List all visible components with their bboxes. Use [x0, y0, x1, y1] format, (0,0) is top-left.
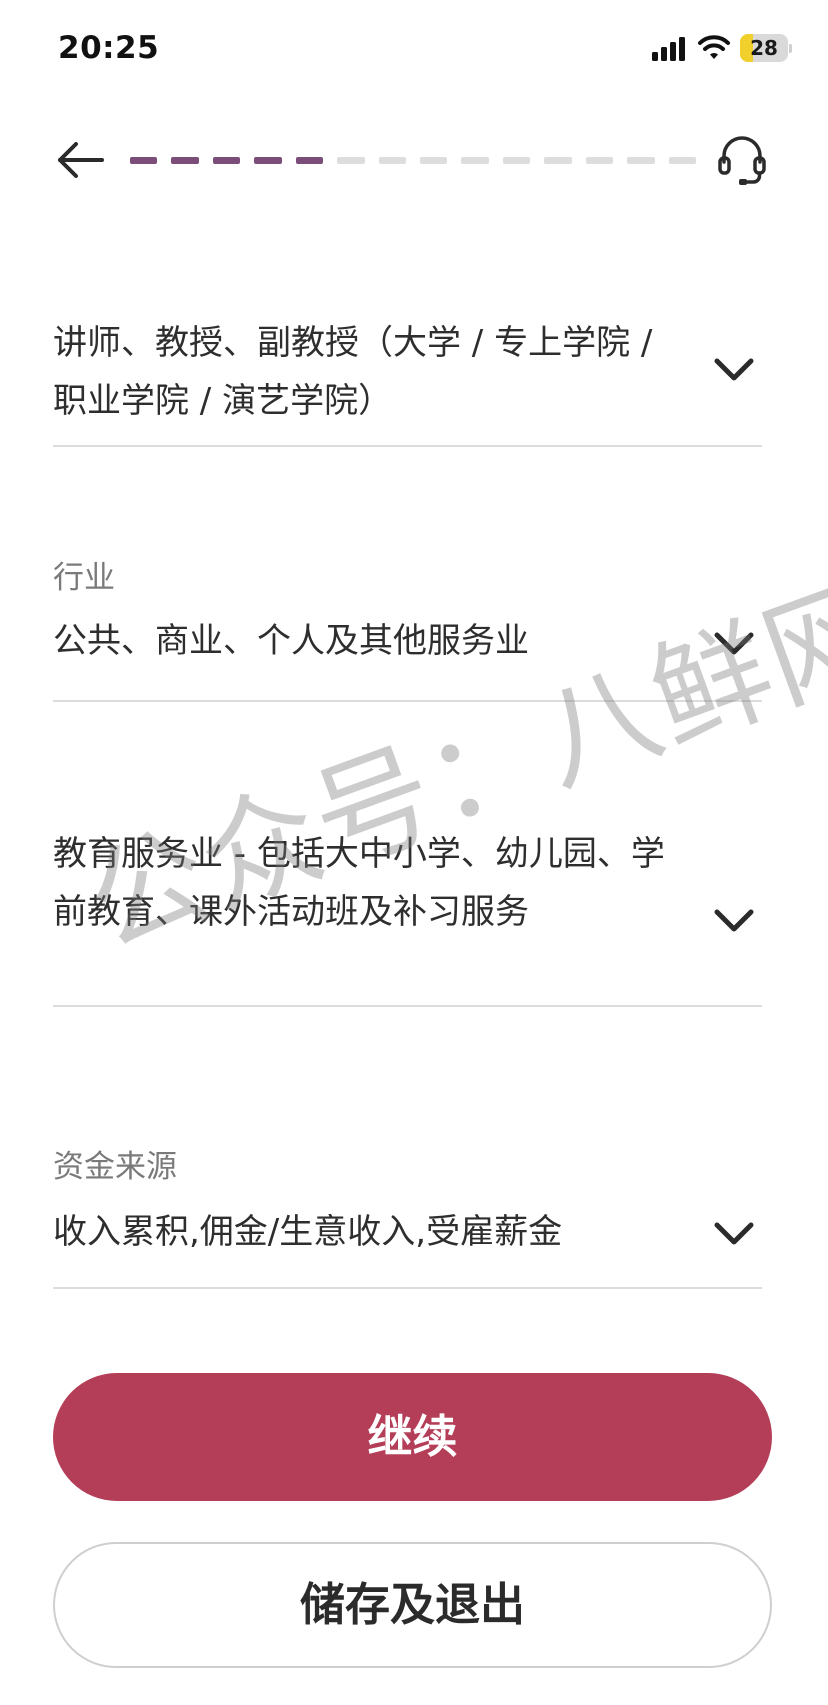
progress-step-pending — [668, 157, 696, 164]
industry-label: 行业 — [53, 560, 115, 596]
progress-step-pending — [420, 157, 448, 164]
battery-level: 28 — [750, 36, 778, 60]
chevron-down-icon — [714, 632, 754, 655]
signal-icon — [652, 37, 685, 61]
progress-step-complete — [295, 157, 324, 164]
wifi-icon — [698, 35, 730, 59]
progress-step-pending — [502, 157, 531, 164]
industry-dropdown[interactable]: 行业 公共、商业、个人及其他服务业 — [53, 548, 762, 702]
chevron-down-icon — [714, 1222, 754, 1245]
source-of-funds-value: 收入累积,佣金/生意收入,受雇薪金 — [53, 1212, 563, 1252]
progress-step-pending — [461, 157, 489, 164]
progress-step-pending — [585, 157, 614, 164]
source-of-funds-label: 资金来源 — [53, 1149, 177, 1185]
progress-step-complete — [171, 157, 199, 164]
occupation-value: 讲师、教授、副教授（大学 / 专上学院 / 职业学院 / 演艺学院） — [53, 323, 653, 421]
progress-step-pending — [378, 157, 406, 164]
chevron-down-icon — [714, 909, 754, 932]
occupation-dropdown[interactable]: 讲师、教授、副教授（大学 / 专上学院 / 职业学院 / 演艺学院） — [53, 300, 762, 447]
progress-step-pending — [544, 157, 572, 164]
status-bar: 20:25 28 — [0, 0, 828, 100]
battery-body: 28 — [740, 34, 788, 62]
save-and-exit-button[interactable]: 储存及退出 — [53, 1542, 772, 1668]
continue-button[interactable]: 继续 — [53, 1373, 772, 1501]
progress-step-complete — [254, 157, 282, 164]
progress-step-complete — [130, 157, 158, 164]
arrow-left-icon[interactable] — [52, 136, 108, 184]
battery-cap — [789, 44, 792, 53]
progress-step-pending — [627, 157, 655, 164]
chevron-down-icon — [714, 358, 754, 381]
progress-step-pending — [337, 157, 365, 164]
headset-icon[interactable] — [714, 132, 770, 188]
sub-industry-dropdown[interactable]: 教育服务业 - 包括大中小学、幼儿园、学前教育、课外活动班及补习服务 — [53, 815, 762, 1007]
application-form-screen: 20:25 28 讲师、教授、副教授（大学 / 专上学院 / 职业学院 / 演艺… — [0, 0, 828, 1705]
industry-value: 公共、商业、个人及其他服务业 — [53, 621, 529, 661]
sub-industry-value: 教育服务业 - 包括大中小学、幼儿园、学前教育、课外活动班及补习服务 — [53, 834, 665, 932]
header — [0, 110, 828, 210]
step-progress-bar — [130, 157, 696, 164]
status-time: 20:25 — [58, 30, 160, 66]
battery-icon: 28 — [740, 34, 792, 62]
progress-step-complete — [212, 157, 241, 164]
source-of-funds-dropdown[interactable]: 资金来源 收入累积,佣金/生意收入,受雇薪金 — [53, 1119, 762, 1289]
